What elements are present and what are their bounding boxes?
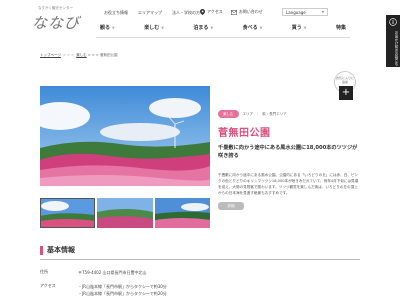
detail-button[interactable]: 詳細 <box>218 202 244 210</box>
nav-stay-label: 泊まる <box>193 25 209 31</box>
mail-icon <box>230 9 237 15</box>
nav-buy-label: 買う <box>291 25 302 31</box>
chevron-down-icon: ▼ <box>210 25 214 30</box>
basic-info-heading: 基本情報 <box>40 245 75 255</box>
contact-link[interactable]: お問い合わせ <box>230 9 263 15</box>
side-tab-label: お出かけ前のお役立ち <box>395 30 399 66</box>
breadcrumb-separator: > > > <box>63 53 75 57</box>
chevron-down-icon: ▼ <box>303 25 307 30</box>
thumbnail-2[interactable] <box>97 198 153 228</box>
page-title: 菅無田公園 <box>218 128 271 139</box>
nav-enjoy[interactable]: 楽しむ ▼ <box>140 22 168 33</box>
thumbnail-1[interactable] <box>40 198 96 228</box>
thumbnail-selected-frame <box>40 198 96 228</box>
chevron-down-icon: ▼ <box>161 25 164 30</box>
language-label: Language <box>286 9 306 15</box>
category-tag[interactable]: 楽しむ <box>218 110 239 118</box>
azalea-park-image <box>40 86 210 186</box>
hero-photo <box>40 86 210 186</box>
nav-stay[interactable]: 泊まる ▼ <box>189 22 217 33</box>
divider <box>40 259 360 260</box>
access-row-label: アクセス <box>40 283 56 288</box>
location-pin-icon <box>200 9 205 15</box>
top-nav: お役立ち情報 エリアマップ 法人・学校の方へ <box>104 10 204 16</box>
access-row: アクセス ・JR山陰本線「長門市駅」からタクシーで約30分 ・JR山陰本線「長門… <box>40 283 167 297</box>
chevron-down-icon: ▼ <box>112 25 115 30</box>
nav-divider <box>96 37 350 38</box>
address-value: 〒759-4402 山口県長門市日置中北山 <box>78 270 147 275</box>
access-link[interactable]: アクセス <box>200 9 223 15</box>
favorite-badge-label: お気に入りに追加 <box>335 76 354 84</box>
info-icon <box>389 18 397 26</box>
place-info: 楽しむ エリア | 萩・長門エリア 菅無田公園 千畳敷に向かう途中にある風水公園… <box>218 110 360 210</box>
nav-enjoy-label: 楽しむ <box>144 25 160 31</box>
logo-subtitle: なすがく観光センター <box>38 6 73 10</box>
catchphrase: 千畳敷に向かう途中にある風水公園に18,000本のツツジが咲き誇る <box>218 145 358 159</box>
nav-see[interactable]: 観る ▼ <box>96 22 119 33</box>
nav-feature[interactable]: 特集 <box>332 22 350 33</box>
utility-nav: アクセス お問い合わせ <box>200 9 263 15</box>
nav-see-label: 観る <box>100 25 111 31</box>
site-logo[interactable]: なすがく観光センター ななび <box>32 6 80 36</box>
thumbnail-3[interactable] <box>154 198 210 228</box>
nav-feature-label: 特集 <box>335 25 346 31</box>
access-label: アクセス <box>207 9 223 14</box>
access-line: ・JR山陰本線「長門市駅」からタクシーで約20分 <box>78 291 167 296</box>
access-line: ・JR山陰本線「長門市駅」からタクシーで約30分 <box>78 284 167 289</box>
language-select[interactable]: Language ▼ <box>282 8 328 16</box>
nav-eat-label: 食べる <box>242 25 258 31</box>
breadcrumb-top[interactable]: トップページ <box>40 53 61 57</box>
thumbnail-image <box>154 198 210 228</box>
thumbnail-strip <box>40 198 210 228</box>
site-header: なすがく観光センター ななび お役立ち情報 エリアマップ 法人・学校の方へ アク… <box>0 0 400 38</box>
main-nav: 観る ▼ 楽しむ ▼ 泊まる ▼ 食べる ▼ 買う ▼ 特集 <box>96 22 350 33</box>
heading-accent-bar <box>40 245 43 255</box>
chevron-down-icon: ▼ <box>321 10 324 14</box>
side-useful-tab[interactable]: お出かけ前のお役立ち <box>386 15 400 67</box>
address-row: 住所 〒759-4402 山口県長門市日置中北山 <box>40 269 147 276</box>
area-label: エリア <box>242 111 254 116</box>
logo-title: ななび <box>32 14 81 32</box>
basic-info-title: 基本情報 <box>47 246 75 254</box>
breadcrumb-current: > > > 菅無田公園 <box>87 53 118 57</box>
address-label: 住所 <box>40 269 48 274</box>
thumbnail-image <box>97 198 153 228</box>
chevron-down-icon: ▼ <box>259 25 263 30</box>
nav-buy[interactable]: 買う ▼ <box>288 22 311 33</box>
nav-eat[interactable]: 食べる ▼ <box>239 22 267 33</box>
tag-row: 楽しむ エリア | 萩・長門エリア <box>218 110 360 118</box>
area-tag[interactable]: 萩・長門エリア <box>262 112 287 117</box>
breadcrumb-category[interactable]: 楽しむ <box>76 53 87 57</box>
tag-separator: | <box>257 112 259 116</box>
contact-label: お問い合わせ <box>238 9 263 14</box>
topnav-area-map[interactable]: エリアマップ <box>138 10 162 16</box>
access-values: ・JR山陰本線「長門市駅」からタクシーで約30分 ・JR山陰本線「長門市駅」から… <box>78 283 167 297</box>
topnav-useful-info[interactable]: お役立ち情報 <box>104 10 128 16</box>
add-favorite-button[interactable]: + <box>339 86 353 100</box>
breadcrumb: トップページ > > > 楽しむ > > > 菅無田公園 <box>40 53 117 58</box>
plus-icon: + <box>341 87 351 98</box>
description: 千畳敷に向かう途中にある風水公園。公園内にある「いろどりの丘」には赤、白、ピンク… <box>218 173 359 195</box>
